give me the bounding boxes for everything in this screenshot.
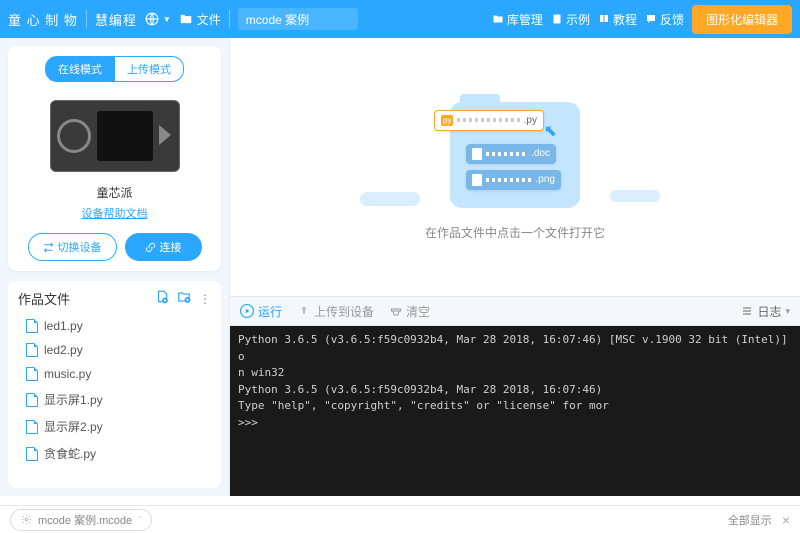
visual-editor-button[interactable]: 图形化编辑器 (692, 5, 792, 34)
left-panel: 在线模式 上传模式 童芯派 设备帮助文档 切换设备 连接 作品文 (0, 38, 229, 496)
clear-button[interactable]: 清空 (390, 303, 430, 320)
device-name: 童芯派 (16, 184, 213, 201)
file-icon (26, 367, 38, 381)
terminal-toolbar: 运行 上传到设备 清空 日志 ▾ (230, 296, 800, 326)
run-button[interactable]: 运行 (240, 303, 282, 320)
file-icon (26, 343, 38, 357)
pointer-icon: ⬉ (544, 121, 557, 141)
files-title: 作品文件 (18, 289, 147, 308)
switch-device-button[interactable]: 切换设备 (28, 233, 117, 261)
tab-upload-mode[interactable]: 上传模式 (115, 56, 184, 82)
new-folder-icon[interactable] (177, 290, 191, 307)
folder-illustration: py.py⬉ .doc .png (450, 102, 580, 208)
log-dropdown[interactable]: 日志 ▾ (741, 303, 790, 320)
file-item[interactable]: 显示屏2.py (8, 413, 221, 440)
globe-icon[interactable]: ▼ (145, 12, 171, 26)
close-icon[interactable]: × (782, 512, 790, 528)
divider (86, 10, 87, 28)
project-title-input[interactable] (238, 8, 358, 30)
new-file-icon[interactable] (155, 290, 169, 307)
bottom-bar: mcode 案例.mcode ˆ 全部显示 × (0, 505, 800, 533)
examples-nav[interactable]: 示例 (551, 11, 590, 28)
file-item[interactable]: led2.py (8, 338, 221, 362)
device-image (50, 100, 180, 172)
file-menu[interactable]: 文件 (179, 11, 221, 28)
file-item[interactable]: 显示屏1.py (8, 386, 221, 413)
device-card: 在线模式 上传模式 童芯派 设备帮助文档 切换设备 连接 (8, 46, 221, 271)
brand-main: 童 心 制 物 (8, 10, 78, 29)
divider (229, 10, 230, 28)
tab-online-mode[interactable]: 在线模式 (45, 56, 115, 82)
files-card: 作品文件 ⋮ led1.py led2.py music.py 显示屏1.py … (8, 281, 221, 488)
right-panel: ↖ py.py⬉ .doc .png 在作品文件中点击一个文件打开它 运行 上传… (229, 38, 800, 496)
tutorials-nav[interactable]: 教程 (598, 11, 637, 28)
feedback-nav[interactable]: 反馈 (645, 11, 684, 28)
file-icon (26, 420, 38, 434)
show-all-button[interactable]: 全部显示 (728, 512, 772, 528)
lib-mgmt-nav[interactable]: 库管理 (492, 11, 543, 28)
file-icon (26, 319, 38, 333)
more-menu-icon[interactable]: ⋮ (199, 292, 211, 306)
empty-hint: 在作品文件中点击一个文件打开它 (425, 224, 605, 241)
editor-canvas: ↖ py.py⬉ .doc .png 在作品文件中点击一个文件打开它 (230, 38, 800, 296)
connect-button[interactable]: 连接 (125, 233, 202, 261)
file-icon (26, 393, 38, 407)
file-item[interactable]: music.py (8, 362, 221, 386)
brand-sub: 慧编程 (95, 10, 137, 29)
upload-button[interactable]: 上传到设备 (298, 303, 374, 320)
file-item[interactable]: 贪食蛇.py (8, 440, 221, 467)
topbar: 童 心 制 物 慧编程 ▼ 文件 库管理 示例 教程 反馈 图形化编辑器 (0, 0, 800, 38)
file-chip[interactable]: mcode 案例.mcode ˆ (10, 509, 152, 531)
device-help-link[interactable]: 设备帮助文档 (16, 205, 213, 221)
terminal-output[interactable]: Python 3.6.5 (v3.6.5:f59c0932b4, Mar 28 … (230, 326, 800, 496)
file-item[interactable]: led1.py (8, 314, 221, 338)
file-icon (26, 447, 38, 461)
